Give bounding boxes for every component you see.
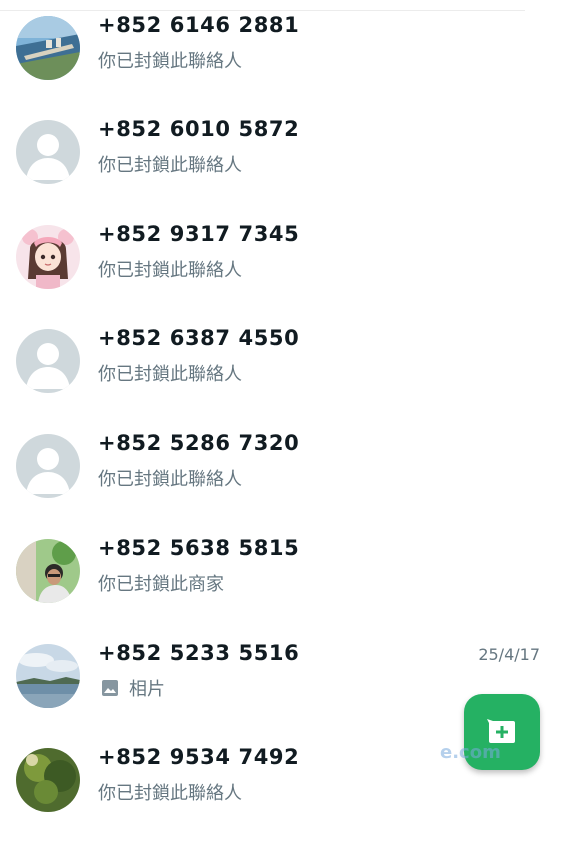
message-preview: 你已封鎖此聯絡人 xyxy=(98,256,242,282)
watermark: e.com xyxy=(440,742,501,763)
message-preview: 相片 xyxy=(98,675,165,701)
message-preview: 你已封鎖此聯絡人 xyxy=(98,151,242,177)
contact-name: +852 6387 4550 xyxy=(98,326,300,350)
contact-name: +852 5286 7320 xyxy=(98,431,300,455)
preview-text: 你已封鎖此聯絡人 xyxy=(98,51,242,72)
message-preview: 你已封鎖此聯絡人 xyxy=(98,47,242,73)
avatar[interactable] xyxy=(16,225,80,289)
message-preview: 你已封鎖此聯絡人 xyxy=(98,465,242,491)
preview-text: 你已封鎖此聯絡人 xyxy=(98,260,242,281)
message-preview: 你已封鎖此商家 xyxy=(98,570,224,596)
contact-name: +852 5638 5815 xyxy=(98,536,300,560)
default-avatar-icon xyxy=(16,434,80,498)
avatar[interactable] xyxy=(16,748,80,812)
contact-name: +852 6010 5872 xyxy=(98,117,300,141)
avatar[interactable] xyxy=(16,120,80,184)
preview-text: 你已封鎖此聯絡人 xyxy=(98,364,242,385)
avatar[interactable] xyxy=(16,539,80,603)
chat-row[interactable]: +852 6146 2881 你已封鎖此聯絡人 xyxy=(0,11,562,115)
avatar[interactable] xyxy=(16,644,80,708)
message-preview: 你已封鎖此聯絡人 xyxy=(98,360,242,386)
avatar[interactable] xyxy=(16,434,80,498)
default-avatar-icon xyxy=(16,120,80,184)
chat-row[interactable]: +852 5638 5815 你已封鎖此商家 xyxy=(0,534,562,638)
contact-name: +852 6146 2881 xyxy=(98,13,300,37)
chat-row[interactable]: +852 9317 7345 你已封鎖此聯絡人 xyxy=(0,220,562,324)
contact-name: +852 9534 7492 xyxy=(98,745,300,769)
chat-list: +852 6146 2881 你已封鎖此聯絡人 +852 6010 5872 你… xyxy=(0,0,562,812)
avatar[interactable] xyxy=(16,16,80,80)
chat-row[interactable]: +852 5286 7320 你已封鎖此聯絡人 xyxy=(0,429,562,533)
chat-row[interactable]: +852 6010 5872 你已封鎖此聯絡人 xyxy=(0,115,562,219)
contact-name: +852 9317 7345 xyxy=(98,222,300,246)
contact-name: +852 5233 5516 xyxy=(98,641,300,665)
avatar[interactable] xyxy=(16,329,80,393)
message-preview: 你已封鎖此聯絡人 xyxy=(98,779,242,805)
preview-text: 你已封鎖此聯絡人 xyxy=(98,155,242,176)
default-avatar-icon xyxy=(16,329,80,393)
preview-text: 你已封鎖此聯絡人 xyxy=(98,469,242,490)
preview-text: 你已封鎖此聯絡人 xyxy=(98,783,242,804)
preview-text: 你已封鎖此商家 xyxy=(98,574,224,595)
image-icon xyxy=(101,679,119,697)
preview-text: 相片 xyxy=(129,679,165,700)
timestamp: 25/4/17 xyxy=(478,645,540,664)
chat-row[interactable]: +852 6387 4550 你已封鎖此聯絡人 xyxy=(0,324,562,428)
